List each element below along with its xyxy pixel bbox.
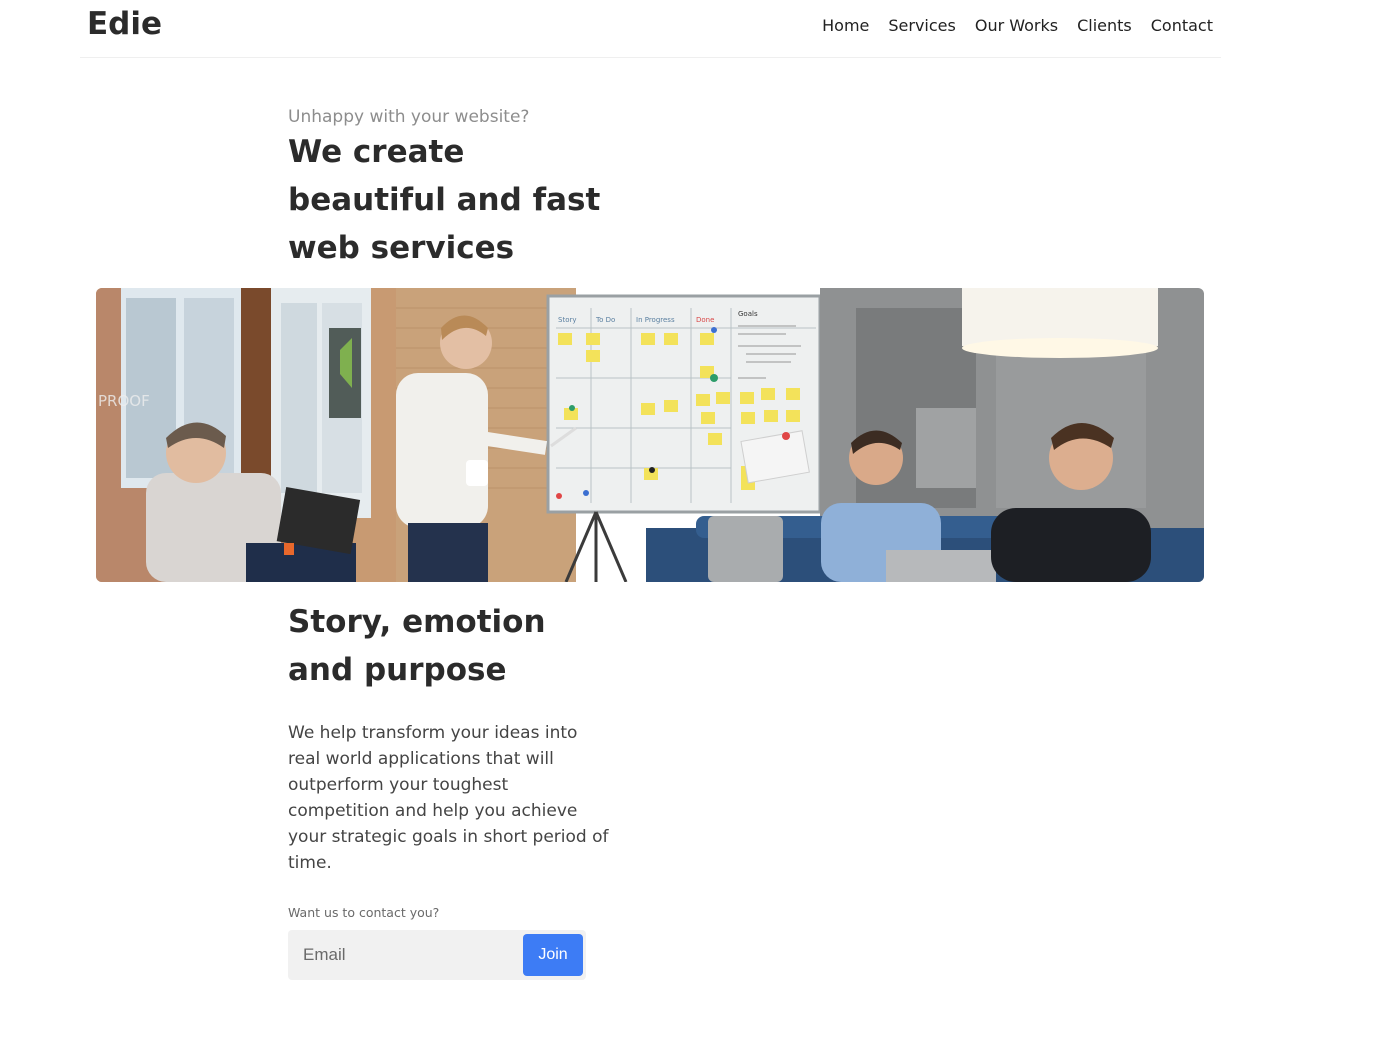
signup-form: Join [288, 930, 586, 980]
board-header: Done [696, 316, 714, 324]
site-header: Edie Home Services Our Works Clients Con… [80, 0, 1221, 58]
board-header: Goals [738, 310, 758, 318]
site-logo[interactable]: Edie [87, 6, 162, 42]
nav-clients[interactable]: Clients [1077, 16, 1132, 35]
join-button[interactable]: Join [523, 934, 583, 976]
board-header: In Progress [636, 316, 675, 324]
wall-sign-text: PROOF [98, 392, 150, 410]
nav-services[interactable]: Services [888, 16, 955, 35]
hero-title-line: beautiful and fast [288, 182, 601, 218]
nav-home[interactable]: Home [822, 16, 869, 35]
hero-eyebrow: Unhappy with your website? [288, 107, 530, 127]
story-body: We help transform your ideas into real w… [288, 723, 609, 873]
contact-label: Want us to contact you? [288, 905, 440, 920]
story-title-line: and purpose [288, 652, 507, 688]
hero-title: We create beautiful and fast web service… [288, 128, 628, 272]
board-header: To Do [595, 316, 615, 324]
story-title-line: Story, emotion [288, 604, 546, 640]
hero-title-line: web services [288, 230, 515, 266]
story-title: Story, emotion and purpose [288, 598, 628, 694]
board-header: Story [558, 316, 577, 324]
hero-photo: PROOF Story To Do In Progress Done Goals [96, 288, 1204, 582]
nav-contact[interactable]: Contact [1151, 16, 1213, 35]
nav-our-works[interactable]: Our Works [975, 16, 1058, 35]
team-meeting-illustration: PROOF Story To Do In Progress Done Goals [96, 288, 1204, 582]
main-nav: Home Services Our Works Clients Contact [822, 16, 1213, 35]
email-input[interactable] [288, 930, 518, 980]
hero-title-line: We create [288, 134, 465, 170]
